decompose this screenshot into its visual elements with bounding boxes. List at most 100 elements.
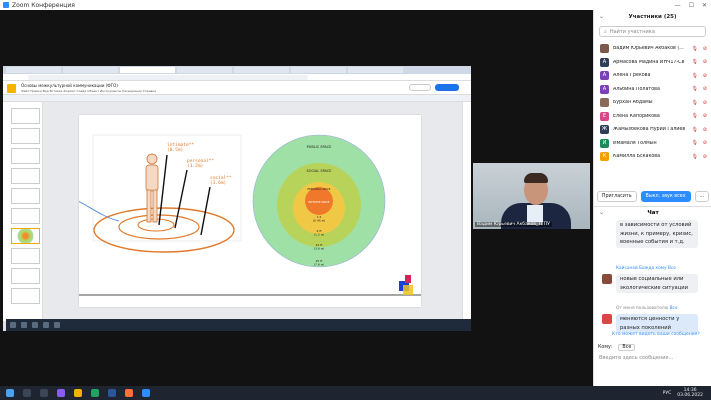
camera-off-icon[interactable]: ⊘ bbox=[703, 113, 707, 119]
browser-tab[interactable] bbox=[120, 67, 175, 73]
slide-thumb[interactable] bbox=[11, 188, 40, 204]
mic-muted-icon[interactable]: 🎙 bbox=[692, 46, 698, 52]
clock[interactable]: 14:36 03.06.2022 bbox=[677, 388, 703, 398]
camera-off-icon[interactable]: ⊘ bbox=[703, 86, 707, 92]
slide-thumbnails bbox=[3, 102, 43, 321]
label-line: (0.45 м) bbox=[313, 219, 325, 223]
browser-tab[interactable] bbox=[291, 67, 346, 73]
windows-start-icon[interactable] bbox=[6, 389, 14, 397]
app-icon[interactable] bbox=[57, 389, 65, 397]
participant-row[interactable]: К Камилла Бскакова 🎙 ⊘ bbox=[594, 150, 711, 164]
participant-row[interactable]: E Елена Капорикова 🎙 ⊘ bbox=[594, 110, 711, 124]
participant-search[interactable]: ⌕ Найти участника bbox=[599, 26, 706, 37]
start-icon bbox=[10, 322, 16, 328]
word-icon[interactable] bbox=[108, 389, 116, 397]
invite-button[interactable]: Пригласить bbox=[596, 191, 637, 202]
chat-title: Чат bbox=[647, 209, 659, 216]
mute-all-button[interactable]: Выкл. звук всех bbox=[640, 191, 691, 202]
chrome-icon[interactable] bbox=[91, 389, 99, 397]
doc-title[interactable]: Основы межкультурной коммуникации (ФГО) bbox=[21, 83, 118, 88]
slide-thumb[interactable] bbox=[11, 288, 40, 304]
present-button[interactable] bbox=[409, 84, 431, 91]
close-icon[interactable]: ✕ bbox=[702, 2, 707, 9]
slide-thumb[interactable] bbox=[11, 168, 40, 184]
chat-recipient-row: Кому: Все bbox=[598, 344, 636, 351]
task-view-icon[interactable] bbox=[40, 389, 48, 397]
mic-muted-icon[interactable]: 🎙 bbox=[692, 127, 698, 133]
minimize-icon[interactable]: — bbox=[675, 2, 681, 9]
label-line: (7.6 м) bbox=[314, 263, 324, 267]
participants-header: ⌄ Участники (25) bbox=[594, 10, 711, 23]
slide-thumb[interactable] bbox=[11, 128, 40, 144]
annotation-yellow bbox=[403, 285, 413, 295]
recipient-select[interactable]: Все bbox=[618, 344, 636, 351]
participant-name: Имамаля Толмын bbox=[613, 140, 657, 146]
camera-off-icon[interactable]: ⊘ bbox=[703, 127, 707, 133]
folder-icon[interactable] bbox=[74, 389, 82, 397]
language-indicator[interactable]: РУС bbox=[663, 391, 672, 396]
chevron-down-icon[interactable]: ⌄ bbox=[599, 209, 604, 216]
participant-row[interactable]: И Имамаля Толмын 🎙 ⊘ bbox=[594, 137, 711, 151]
chat-recipient: кому Все bbox=[655, 266, 676, 271]
url-field[interactable] bbox=[28, 75, 308, 80]
chevron-down-icon[interactable]: ⌄ bbox=[599, 13, 604, 20]
shared-taskbar bbox=[6, 319, 471, 331]
participant-row[interactable]: Бурхан Абдамы 🎙 ⊘ bbox=[594, 96, 711, 110]
participants-title: Участники (25) bbox=[628, 13, 677, 20]
share-button[interactable] bbox=[435, 84, 459, 91]
camera-off-icon[interactable]: ⊘ bbox=[703, 100, 707, 106]
chat-input[interactable]: Введите здесь сообщение... bbox=[599, 355, 673, 361]
label-line: (3.6 м) bbox=[314, 247, 324, 251]
address-bar[interactable] bbox=[3, 74, 471, 81]
slide-thumb[interactable] bbox=[11, 208, 40, 224]
participant-row[interactable]: A Армасова Мадина ИНЧ17-Св 🎙 ⊘ bbox=[594, 56, 711, 70]
participant-row[interactable]: Ж Жамызбекова Нурий Галиевн... 🎙 ⊘ bbox=[594, 123, 711, 137]
camera-off-icon[interactable]: ⊘ bbox=[703, 59, 707, 65]
mic-muted-icon[interactable]: 🎙 bbox=[692, 113, 698, 119]
browser-tab[interactable] bbox=[177, 67, 232, 73]
participant-row[interactable]: Вадим Юрьевич Акбаков (... 🎙 ⊘ bbox=[594, 42, 711, 56]
camera-off-icon[interactable]: ⊘ bbox=[703, 73, 707, 79]
more-button[interactable]: ... bbox=[694, 191, 710, 202]
zoom-taskbar-icon[interactable] bbox=[142, 389, 150, 397]
window-title: Zoom Конференция bbox=[12, 1, 75, 9]
slide-thumb-selected[interactable] bbox=[11, 228, 40, 244]
meeting-video-area: Основы межкультурной коммуникации (ФГО) … bbox=[0, 10, 592, 386]
slide-thumb[interactable] bbox=[11, 148, 40, 164]
mic-muted-icon[interactable]: 🎙 bbox=[692, 73, 698, 79]
browser-tab[interactable] bbox=[63, 67, 118, 73]
participant-name: Елена Капорикова bbox=[613, 113, 660, 119]
camera-off-icon[interactable]: ⊘ bbox=[703, 46, 707, 52]
chat-message: меняются ценности у разных поколений bbox=[616, 314, 698, 333]
speaker-video[interactable]: Вадим Юрьевич Акбаков_ТГПУ bbox=[473, 163, 590, 229]
slide-thumb[interactable] bbox=[11, 248, 40, 264]
mic-muted-icon[interactable]: 🎙 bbox=[692, 140, 698, 146]
participant-row[interactable]: A Альбина Полатова 🎙 ⊘ bbox=[594, 83, 711, 97]
mic-muted-icon[interactable]: 🎙 bbox=[692, 59, 698, 65]
firefox-icon[interactable] bbox=[125, 389, 133, 397]
chat-visibility-link[interactable]: Кто может видеть ваши сообщения? bbox=[612, 332, 700, 337]
browser-tab[interactable] bbox=[6, 67, 61, 73]
chat-sender: От меня пользователю bbox=[616, 306, 669, 311]
chat-sender: Кайсанай Бажда bbox=[616, 266, 655, 271]
slide-thumb[interactable] bbox=[11, 268, 40, 284]
side-panel: ⌄ Участники (25) ⌕ Найти участника Вадим… bbox=[593, 10, 711, 386]
camera-off-icon[interactable]: ⊘ bbox=[703, 140, 707, 146]
mic-muted-icon[interactable]: 🎙 bbox=[692, 86, 698, 92]
participant-name: Бурхан Абдамы bbox=[613, 100, 653, 106]
app-icon bbox=[54, 322, 60, 328]
maximize-icon[interactable]: ☐ bbox=[689, 2, 694, 9]
label-line: (3.6m) bbox=[210, 180, 226, 186]
browser-tab[interactable] bbox=[348, 67, 403, 73]
participant-row[interactable]: A Алёна Грекова 🎙 ⊘ bbox=[594, 69, 711, 83]
search-icon[interactable] bbox=[23, 389, 31, 397]
mic-muted-icon[interactable]: 🎙 bbox=[692, 100, 698, 106]
camera-off-icon[interactable]: ⊘ bbox=[703, 154, 707, 160]
slide-thumb[interactable] bbox=[11, 108, 40, 124]
speaker-name: Вадим Юрьевич Акбаков_ТГПУ bbox=[475, 222, 552, 227]
search-icon: ⌕ bbox=[604, 28, 607, 35]
browser-tab[interactable] bbox=[234, 67, 289, 73]
app-icon bbox=[43, 322, 49, 328]
doc-menu[interactable]: Файл Правка Вид Вставка Формат Слайд Объ… bbox=[21, 89, 156, 93]
mic-muted-icon[interactable]: 🎙 bbox=[692, 154, 698, 160]
